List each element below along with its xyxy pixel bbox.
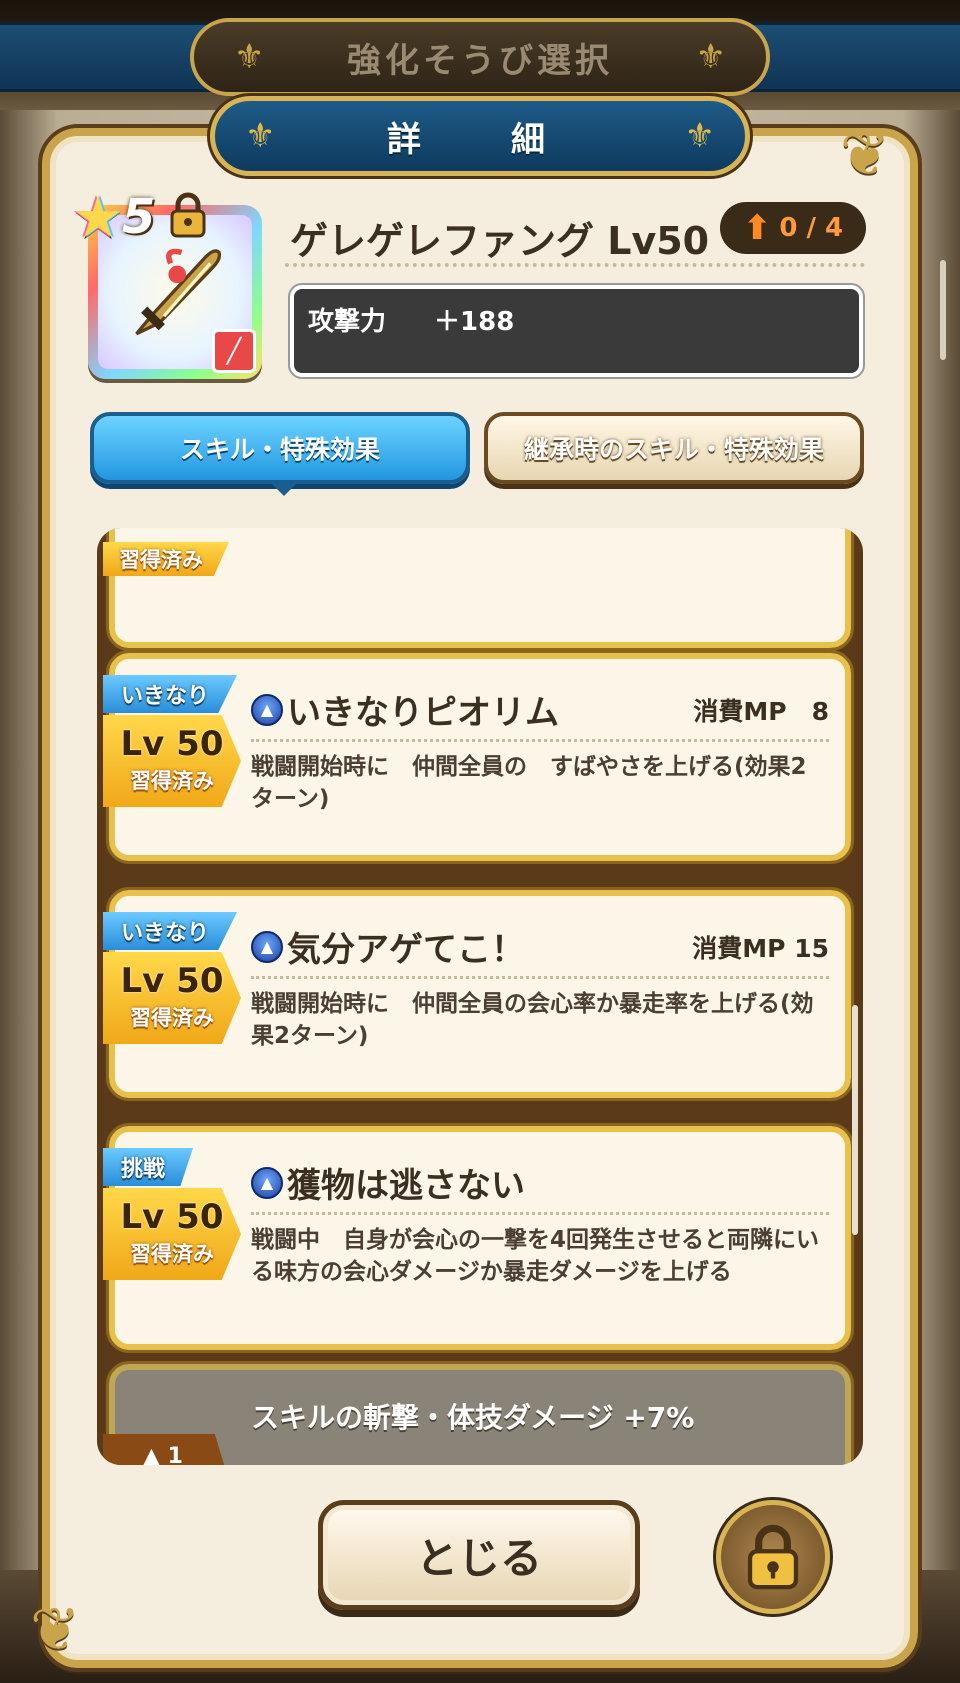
skill-description: 戦闘開始時に 仲間全員の会心率か暴走率を上げる(効果2ターン) bbox=[251, 991, 814, 1049]
level-badge: Lv 50 習得済み bbox=[103, 715, 241, 807]
arrow-up-icon: ⬆ bbox=[742, 208, 772, 248]
screen-title: 強化そうび選択 bbox=[347, 40, 613, 81]
skill-card: いきなり Lv 50 習得済み ▲ いきなりピオリム 消費MP 8 戦闘開始時に… bbox=[103, 650, 854, 864]
passive-level-tab: ▲ 1 bbox=[103, 1434, 233, 1465]
level-label: Lv 50 bbox=[120, 1197, 224, 1237]
divider bbox=[285, 263, 865, 267]
skill-type-ribbon: 挑戦 bbox=[103, 1148, 194, 1186]
skill-card: いきなり Lv 50 習得済み ▲ 気分アゲてこ！ 消費MP 15 戦闘開始時に… bbox=[103, 887, 854, 1101]
fleur-icon: ⚜ bbox=[234, 37, 265, 77]
weapon-type-icon: ╱ bbox=[212, 329, 256, 373]
skill-mp: 消費MP 15 bbox=[692, 933, 829, 963]
learned-tag: 習得済み bbox=[103, 542, 229, 576]
skill-card: 習得済み bbox=[103, 528, 854, 651]
skill-description: 戦闘開始時に 仲間全員の すばやさを上げる(効果2ターン) bbox=[251, 754, 807, 812]
skill-icon: ▲ bbox=[251, 930, 283, 963]
learned-label: 習得済み bbox=[130, 1006, 214, 1030]
background-scrollbar bbox=[940, 260, 946, 360]
level-badge: Lv 50 習得済み bbox=[103, 1188, 241, 1280]
rarity-badge: ★ 5 bbox=[72, 188, 155, 246]
level-label: Lv 50 bbox=[120, 961, 224, 1001]
fleur-icon: ⚜ bbox=[695, 37, 726, 77]
passive-effect: スキルの斬撃・体技ダメージ +7% bbox=[251, 1401, 695, 1434]
upgrade-count: 0 / 4 bbox=[779, 213, 844, 243]
skill-type-ribbon: いきなり bbox=[103, 912, 238, 950]
skill-list[interactable]: 習得済み いきなり Lv 50 習得済み ▲ いきなりピオリム 消費MP 8 戦… bbox=[97, 528, 863, 1465]
tab-skills[interactable]: スキル・特殊効果 bbox=[90, 412, 470, 496]
upgrade-count-badge: ⬆ 0 / 4 bbox=[720, 202, 866, 254]
divider bbox=[251, 739, 829, 742]
close-button[interactable]: とじる bbox=[318, 1500, 640, 1610]
lock-icon bbox=[170, 192, 206, 238]
skill-icon: ▲ bbox=[251, 1166, 283, 1199]
dialog-header: ⚜ 詳 細 ⚜ bbox=[207, 93, 753, 179]
rarity-value: 5 bbox=[122, 189, 156, 245]
fleur-icon: ⚜ bbox=[684, 116, 715, 156]
fleur-icon: ⚜ bbox=[245, 116, 276, 156]
skill-name: 気分アゲてこ！ bbox=[287, 930, 525, 970]
item-name: ゲレゲレファング Lv50 bbox=[290, 219, 710, 263]
skill-description: 戦闘中 自身が会心の一撃を4回発生させると両隣にいる味方の会心ダメージか暴走ダメ… bbox=[251, 1227, 820, 1285]
corner-ornament-icon: ❦ bbox=[30, 1595, 81, 1665]
stat-value: ＋188 bbox=[434, 307, 515, 337]
level-label: Lv 50 bbox=[120, 724, 224, 764]
divider bbox=[251, 1212, 829, 1215]
level-badge: Lv 50 習得済み bbox=[103, 952, 241, 1044]
star-icon: ★ bbox=[72, 183, 124, 251]
learned-label: 習得済み bbox=[130, 1242, 214, 1266]
corner-ornament-icon: ❦ bbox=[840, 120, 891, 190]
lock-button[interactable] bbox=[713, 1497, 833, 1617]
dialog-title: 詳 細 bbox=[387, 119, 573, 160]
scrollbar[interactable] bbox=[852, 1005, 858, 1235]
screen-title-plate: ⚜ 強化そうび選択 ⚜ bbox=[190, 18, 770, 96]
stat-box: 攻撃力 ＋188 bbox=[288, 283, 865, 379]
divider bbox=[251, 976, 829, 979]
skill-type-ribbon: いきなり bbox=[103, 675, 238, 713]
stat-label: 攻撃力 bbox=[308, 307, 387, 337]
passive-card: スキルの斬撃・体技ダメージ +7% ▲ 1 bbox=[103, 1361, 854, 1465]
skill-mp: 消費MP 8 bbox=[693, 696, 829, 726]
skill-icon: ▲ bbox=[251, 693, 283, 726]
skill-name: いきなりピオリム bbox=[287, 693, 559, 733]
lock-icon bbox=[747, 1524, 799, 1590]
tab-inherit-skills[interactable]: 継承時のスキル・特殊効果 bbox=[484, 412, 864, 484]
learned-label: 習得済み bbox=[130, 769, 214, 793]
skill-card: 挑戦 Lv 50 習得済み ▲ 獲物は逃さない 戦闘中 自身が会心の一撃を4回発… bbox=[103, 1123, 854, 1353]
skill-name: 獲物は逃さない bbox=[287, 1166, 525, 1206]
passive-level: 1 bbox=[167, 1444, 183, 1465]
